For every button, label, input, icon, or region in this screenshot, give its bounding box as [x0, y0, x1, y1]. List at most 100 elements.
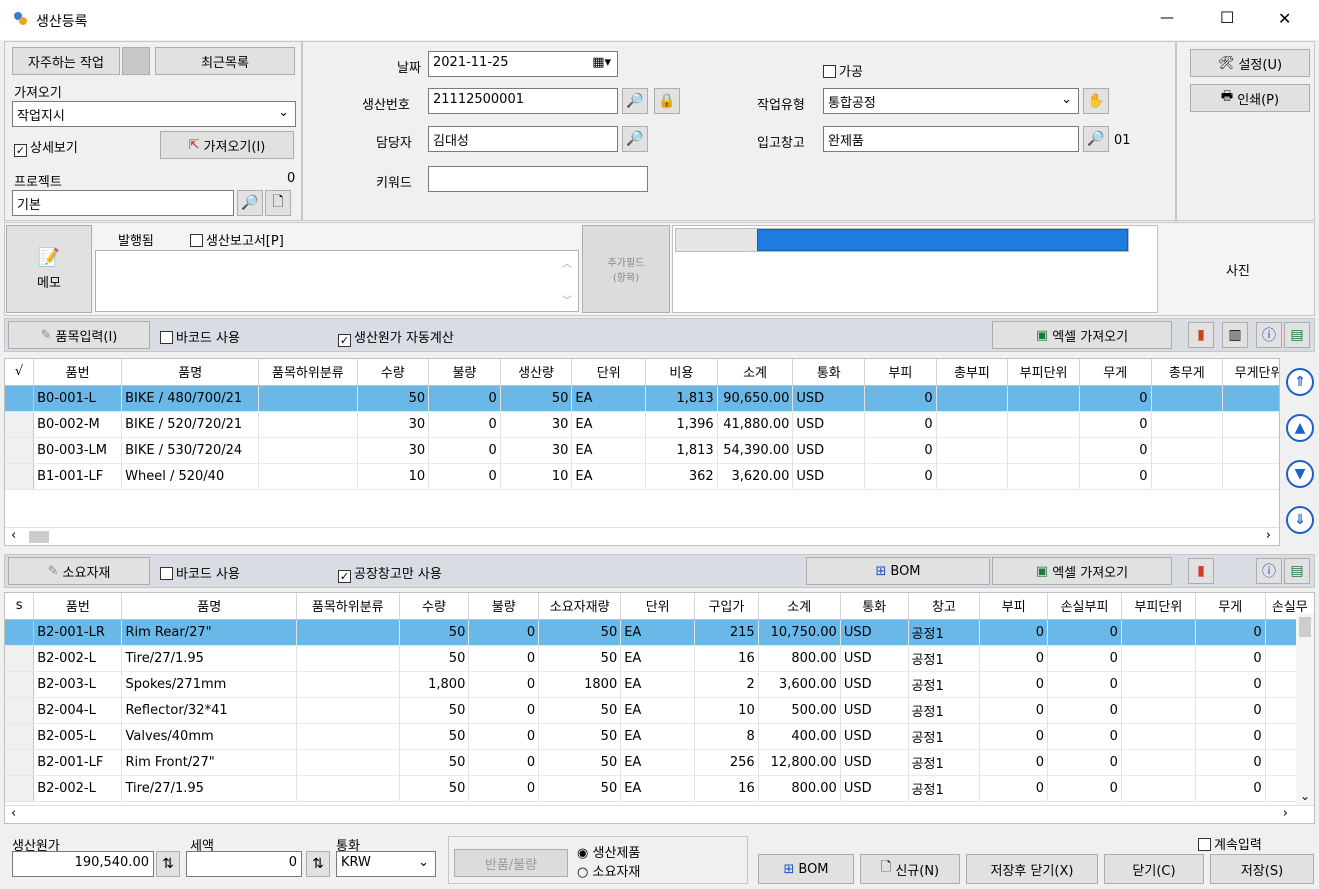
table-cell[interactable]: USD [840, 749, 909, 776]
table-cell[interactable]: 0 [1047, 671, 1122, 698]
table-cell[interactable]: 215 [694, 619, 759, 646]
table-cell[interactable]: 16 [694, 775, 759, 802]
close-button[interactable]: ✕ [1278, 9, 1291, 28]
table-cell[interactable]: 0 [468, 723, 540, 750]
table-cell[interactable]: 0 [428, 463, 501, 490]
table-cell[interactable]: B2-002-L [33, 645, 123, 672]
prodno-input[interactable]: 21112500001 [428, 88, 618, 114]
column-header[interactable]: 수량 [399, 593, 470, 620]
table-cell[interactable] [1121, 645, 1196, 672]
table-cell[interactable]: B2-001-LR [33, 619, 123, 646]
table-cell[interactable]: 50 [538, 723, 622, 750]
table-cell[interactable] [1007, 463, 1080, 490]
photo-area[interactable]: 사진 [1163, 225, 1313, 313]
table-cell[interactable]: 0 [428, 437, 501, 464]
table-cell[interactable]: 0 [1195, 645, 1266, 672]
scroll-left-icon[interactable]: ‹ [11, 806, 16, 821]
column-header[interactable]: 무게 [1079, 359, 1152, 386]
table-cell[interactable]: USD [840, 697, 909, 724]
table-row[interactable]: B0-003-LM BIKE / 530/720/24 30 0 30 EA 1,813 54… [5, 437, 1279, 464]
project-input[interactable]: 기본 [12, 190, 234, 216]
table-cell[interactable]: BIKE / 520/720/21 [121, 411, 260, 438]
table-cell[interactable]: 0 [979, 645, 1049, 672]
delete-icon[interactable]: ▮ [1188, 322, 1214, 348]
barcode-icon[interactable]: ▥ [1222, 322, 1248, 348]
table-cell[interactable] [936, 385, 1009, 412]
table-cell[interactable]: 50 [399, 749, 470, 776]
table-cell[interactable]: USD [840, 645, 909, 672]
frequent-tasks-button[interactable]: 자주하는 작업 [12, 47, 120, 75]
scroll-down-icon[interactable]: ﹀ [562, 292, 572, 307]
table-cell[interactable]: 10 [357, 463, 430, 490]
search-icon[interactable]: 🔎 [622, 126, 648, 152]
maximize-button[interactable]: ☐ [1220, 8, 1234, 27]
tax-input[interactable]: 0 [186, 851, 302, 877]
table-cell[interactable]: Tire/27/1.95 [121, 775, 297, 802]
table-cell[interactable]: 0 [1047, 749, 1122, 776]
continue-input-checkbox[interactable]: 계속입력 [1198, 834, 1262, 853]
table-cell[interactable]: BIKE / 480/700/21 [121, 385, 260, 412]
table-cell[interactable]: 0 [1047, 723, 1122, 750]
table-cell[interactable]: 16 [694, 645, 759, 672]
settings-button[interactable]: 🛠 설정(U) [1190, 49, 1310, 77]
row-header[interactable] [5, 671, 35, 698]
table-cell[interactable] [936, 411, 1009, 438]
table-cell[interactable] [1222, 437, 1279, 464]
table-cell[interactable]: B0-002-M [33, 411, 123, 438]
table-cell[interactable]: 공정1 [908, 619, 981, 646]
table-cell[interactable]: 0 [979, 619, 1049, 646]
auto-cost-checkbox[interactable]: ✓ 생산원가 자동계산 [338, 327, 454, 347]
table-cell[interactable]: 0 [979, 723, 1049, 750]
table-cell[interactable]: 0 [864, 411, 937, 438]
transfer-icon[interactable]: ⇅ [156, 851, 180, 877]
scroll-left-icon[interactable]: ‹ [11, 528, 16, 543]
table-cell[interactable] [1121, 775, 1196, 802]
table-cell[interactable] [1222, 463, 1279, 490]
table-cell[interactable]: USD [792, 463, 866, 490]
table-cell[interactable]: 0 [468, 645, 540, 672]
table-cell[interactable]: 50 [500, 385, 573, 412]
table-cell[interactable]: 0 [1195, 775, 1266, 802]
table-cell[interactable]: 0 [468, 749, 540, 776]
column-header[interactable]: 무게 [1195, 593, 1266, 620]
table-cell[interactable]: B2-003-L [33, 671, 123, 698]
table-cell[interactable]: 0 [1195, 749, 1266, 776]
import-button[interactable]: ⇱ 가져오기(I) [160, 131, 294, 159]
table-cell[interactable] [1007, 437, 1080, 464]
table-cell[interactable]: 10 [694, 697, 759, 724]
row-header[interactable] [5, 463, 35, 490]
row-header[interactable] [5, 697, 35, 724]
table-cell[interactable]: 0 [1195, 697, 1266, 724]
table-cell[interactable]: 30 [500, 411, 573, 438]
currency-select[interactable]: KRW ⌄ [336, 851, 436, 877]
column-header[interactable]: 무게단위 [1222, 359, 1279, 386]
table-cell[interactable]: 256 [694, 749, 759, 776]
column-header[interactable]: 품명 [121, 359, 260, 386]
scroll-up-icon[interactable]: ︿ [562, 255, 572, 270]
table-cell[interactable]: 0 [1079, 385, 1152, 412]
table-cell[interactable]: 0 [979, 775, 1049, 802]
table-cell[interactable]: 50 [538, 775, 622, 802]
row-header[interactable] [5, 385, 35, 412]
factory-only-checkbox[interactable]: ✓ 공장창고만 사용 [338, 563, 442, 583]
column-header[interactable]: 불량 [468, 593, 540, 620]
table-cell[interactable]: EA [620, 775, 696, 802]
return-button[interactable]: 반품/불량 [454, 849, 568, 877]
table-cell[interactable] [1151, 463, 1224, 490]
column-header[interactable]: 총부피 [936, 359, 1009, 386]
table-cell[interactable]: 8 [694, 723, 759, 750]
column-header[interactable]: 품명 [121, 593, 297, 620]
table-cell[interactable]: 800.00 [758, 645, 841, 672]
row-header[interactable] [5, 411, 35, 438]
table-cell[interactable]: BIKE / 530/720/24 [121, 437, 260, 464]
materials-excel-button[interactable]: ▣ 엑셀 가져오기 [992, 557, 1172, 585]
table-cell[interactable] [296, 723, 400, 750]
table-cell[interactable]: EA [620, 749, 696, 776]
table-cell[interactable] [296, 619, 400, 646]
table-cell[interactable] [296, 645, 400, 672]
table-cell[interactable]: Spokes/271mm [121, 671, 297, 698]
table-cell[interactable] [1121, 723, 1196, 750]
column-header[interactable]: √ [5, 359, 35, 386]
table-cell[interactable]: USD [792, 437, 866, 464]
table-cell[interactable]: 0 [468, 775, 540, 802]
